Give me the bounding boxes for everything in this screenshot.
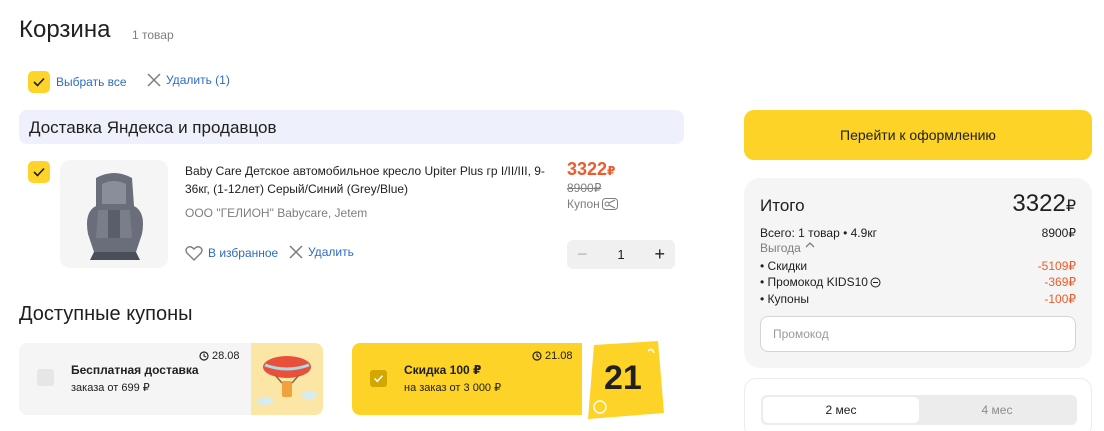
delete-selected-button[interactable]: Удалить (1) [147,73,230,87]
summary-row-promocode: • Промокод KIDS10 -369₽ [760,275,1076,289]
clock-icon [532,351,542,361]
items-count: 1 товар [132,28,174,42]
currency: ₽ [593,181,602,195]
quantity-value: 1 [617,247,625,262]
product-image[interactable] [60,160,168,268]
delete-item-button[interactable]: Удалить [289,245,354,259]
order-summary: Итого 3322₽ Всего: 1 товар • 4.9кг 8900₽… [744,178,1092,368]
coupon-desc: заказа от 699 ₽ [71,382,150,394]
currency: ₽ [1065,198,1076,215]
promocode-value: -369₽ [1044,275,1076,289]
summary-row-all: Всего: 1 товар • 4.9кг 8900₽ [760,226,1076,240]
check-icon [374,375,384,383]
coupons-label: • Купоны [760,292,809,306]
plan-tab-4[interactable]: 4 мес [919,397,1075,423]
coupon-badge-number: 21 [604,359,642,397]
plan-tabs: 2 мес 4 мес [761,395,1077,425]
check-icon [33,167,45,177]
summary-title: Итого [760,196,805,215]
promocode-input[interactable] [760,316,1076,352]
delete-selected-label: Удалить (1) [166,73,230,87]
coupons-value: -100₽ [1044,292,1076,306]
summary-row-discounts: • Скидки -5109₽ [760,259,1076,273]
increase-quantity-button[interactable]: + [654,244,665,265]
coupon-desc: на заказ от 3 000 ₽ [404,382,502,394]
car-seat-icon [87,173,143,260]
summary-row-coupons: • Купоны -100₽ [760,292,1076,306]
item-checkbox[interactable] [28,161,50,183]
coupon-badge: 21 [584,341,666,419]
product-price: 3322₽ [567,159,615,180]
airship-icon [257,356,317,405]
chevron-up-icon [805,242,815,248]
plan-tab-2[interactable]: 2 мес [763,397,919,423]
coupon-text: Купон [567,197,600,211]
coupon-date: 28.08 [212,350,240,362]
summary-all-label: Всего: 1 товар • 4.9кг [760,226,877,240]
coupon-name: Скидка 100 ₽ [404,363,482,377]
discounts-label: • Скидки [760,259,808,273]
checkout-button[interactable]: Перейти к оформлению [744,110,1092,160]
remove-promo-icon[interactable] [870,277,881,288]
add-to-favorites-button[interactable]: В избранное [185,245,278,261]
product-title[interactable]: Baby Care Детское автомобильное кресло U… [185,162,545,198]
coupon-checkbox[interactable] [37,369,54,386]
product-seller: ООО "ГЕЛИОН" Babycare, Jetem [185,206,368,220]
old-price-value: 8900 [567,181,594,195]
close-icon [289,245,303,259]
coupon-date: 21.08 [545,350,573,362]
coupon-card-free-delivery[interactable]: Бесплатная доставка заказа от 699 ₽ 28.0… [19,343,323,415]
summary-all-value: 8900₽ [1041,226,1076,240]
benefit-label: Выгода [760,241,801,255]
select-all-checkbox[interactable]: Выбрать все [28,71,127,93]
decrease-quantity-button[interactable]: − [577,244,588,265]
scissors-icon [601,198,618,210]
summary-total-value: 3322 [1012,190,1066,217]
coupon-card-discount[interactable]: Скидка 100 ₽ на заказ от 3 000 ₽ 21.08 2… [352,341,666,419]
promocode-label: • Промокод KIDS10 [760,275,868,289]
currency: ₽ [607,164,616,178]
coupon-expiry: 21.08 [532,350,573,362]
discounts-value: -5109₽ [1037,259,1076,273]
coupon-checkbox[interactable] [370,370,387,387]
coupon-illustration [251,343,323,415]
delete-item-label: Удалить [308,245,354,259]
page-title: Корзина [19,16,111,43]
benefit-toggle[interactable]: Выгода [760,241,1076,255]
summary-total: 3322₽ [1012,190,1076,218]
coupon-expiry: 28.08 [199,350,240,362]
coupon-label: Купон [567,197,618,211]
check-icon [28,71,50,93]
heart-icon [185,246,203,261]
coupon-name: Бесплатная доставка [71,363,199,377]
clock-icon [199,351,209,361]
select-all-label: Выбрать все [56,75,127,89]
price-value: 3322 [567,159,608,179]
quantity-stepper[interactable]: − 1 + [567,240,675,269]
coupons-heading: Доступные купоны [19,303,193,325]
installment-plan: 2 мес 4 мес [744,378,1092,431]
product-old-price: 8900₽ [567,181,601,195]
delivery-group-header: Доставка Яндекса и продавцов [19,110,684,144]
favorites-label: В избранное [208,246,279,260]
close-icon [147,73,161,87]
